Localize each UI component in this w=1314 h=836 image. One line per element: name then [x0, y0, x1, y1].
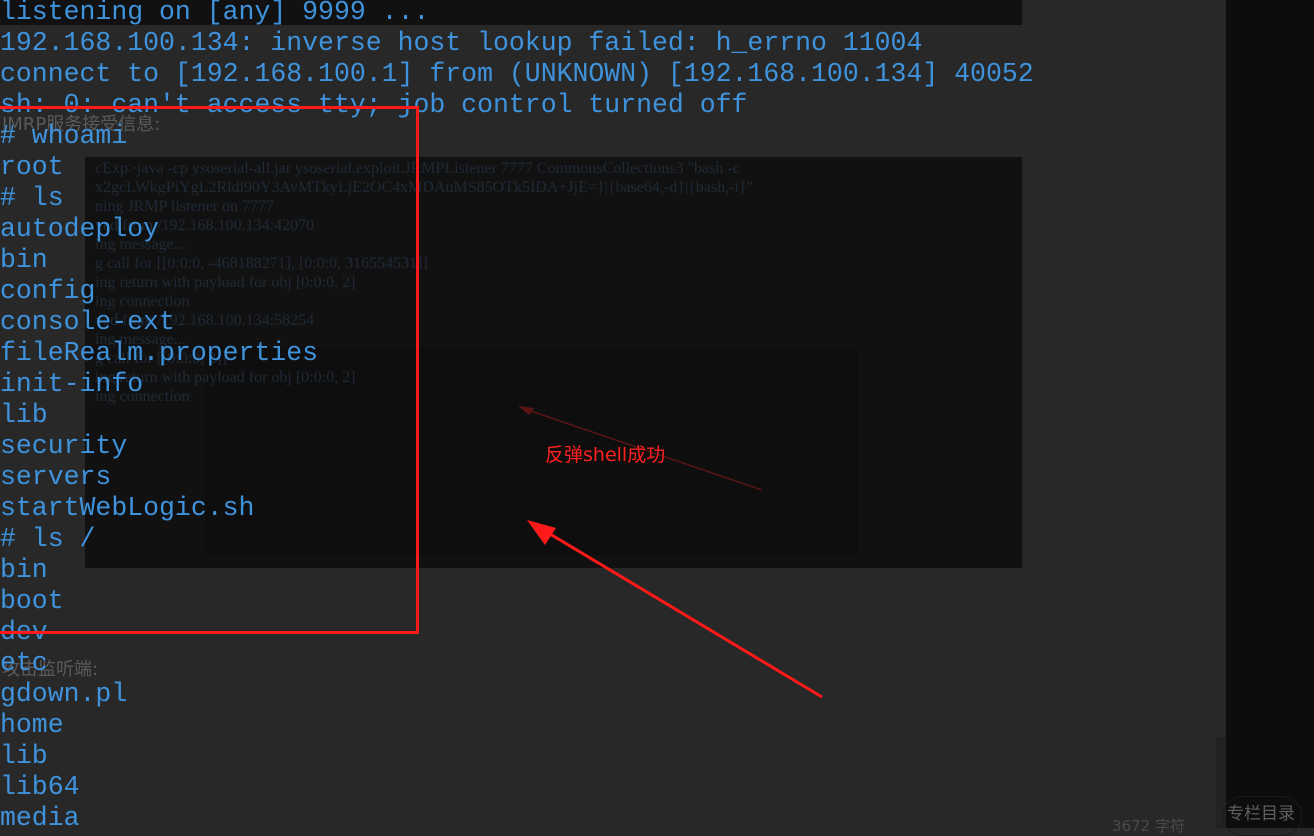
red-arrow [539, 526, 823, 699]
annotation-label: 反弹shell成功 [545, 444, 666, 466]
red-arrow-head [527, 520, 556, 545]
annotation-arrows [518, 406, 823, 699]
faint-arrow-head [518, 406, 534, 415]
